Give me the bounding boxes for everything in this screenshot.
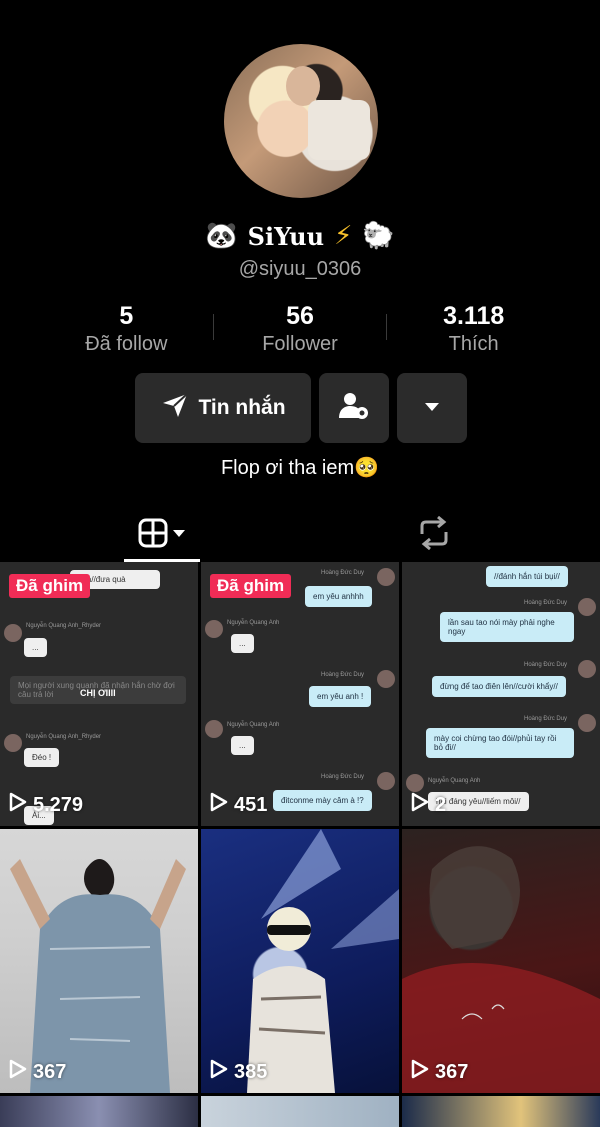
video-thumbnail[interactable] <box>201 1096 399 1127</box>
stat-following-value: 5 <box>119 302 134 330</box>
view-count: 385 <box>210 1059 267 1085</box>
tab-reposts[interactable] <box>404 508 464 562</box>
chat-sender-name: Hoàng Đức Duy <box>524 716 568 722</box>
profile-stats: 5 Đã follow 56 Follower 3.118 Thích <box>40 300 560 360</box>
play-icon <box>411 1059 429 1085</box>
chat-avatar <box>578 660 596 678</box>
video-thumbnail[interactable]: 367 <box>402 829 600 1093</box>
chat-bubble: lần sau tao nói mày phải nghe ngay <box>440 612 574 642</box>
play-icon <box>210 1059 228 1085</box>
view-count-value: 2 <box>435 793 447 816</box>
lightning-emoji: ⚡ <box>334 221 353 251</box>
chat-avatar <box>377 670 395 688</box>
content-tabs <box>0 508 600 562</box>
chat-avatar <box>4 624 22 642</box>
view-count: 367 <box>9 1059 66 1085</box>
profile-username: @siyuu_0306 <box>238 258 362 280</box>
chat-avatar <box>578 598 596 616</box>
chat-bubble: em yêu anhhh <box>305 586 372 607</box>
video-thumbnail[interactable]: Hoàng Đức Duy em yêu anhhh Nguyễn Quang … <box>201 562 399 826</box>
view-count: 5.279 <box>9 792 83 818</box>
play-icon <box>9 792 27 818</box>
stat-following[interactable]: 5 Đã follow <box>40 300 213 360</box>
chat-sender-name: Hoàng Đức Duy <box>321 672 365 678</box>
thumbnail-image <box>10 859 186 1093</box>
video-thumbnail[interactable] <box>402 1096 600 1127</box>
chat-avatar <box>4 734 22 752</box>
tab-videos[interactable] <box>124 508 200 562</box>
thumbnail-image <box>402 846 600 1093</box>
play-icon <box>9 1059 27 1085</box>
chat-sender-name: Nguyễn Quang Anh <box>227 620 280 626</box>
stat-following-label: Đã follow <box>85 333 168 355</box>
pinned-badge: Đã ghim <box>210 574 292 598</box>
chat-sender-name: Hoàng Đức Duy <box>321 774 365 780</box>
message-button[interactable]: Tin nhắn <box>135 373 311 443</box>
stat-followers-value: 56 <box>286 302 314 330</box>
view-count-value: 5.279 <box>33 793 84 816</box>
chat-bubble: mày coi chừng tao đói//phủi tay rồi bỏ đ… <box>426 728 574 758</box>
stat-followers[interactable]: 56 Follower <box>214 300 387 360</box>
video-thumbnail[interactable]: nha//đưa quà Nguyễn Quang Anh_Rhyder ...… <box>0 562 198 826</box>
chat-bubble: đừng để tao điên lên//cười khẩy// <box>432 676 566 697</box>
send-icon <box>160 390 190 426</box>
video-thumbnail[interactable] <box>0 1096 198 1127</box>
repost-icon <box>416 515 452 555</box>
video-caption: CHỊ ƠIIII <box>80 688 116 698</box>
add-friend-button[interactable] <box>319 373 389 443</box>
profile-avatar[interactable] <box>224 44 378 198</box>
view-count-value: 385 <box>234 1060 268 1083</box>
profile-name-row: 🐼 SiYuu ⚡ 🐑 <box>0 218 600 254</box>
chat-sender-name: Hoàng Đức Duy <box>524 662 568 668</box>
chat-bubble: ... <box>231 736 254 755</box>
chat-sender-name: Nguyễn Quang Anh_Rhyder <box>26 734 102 740</box>
view-count: 367 <box>411 1059 468 1085</box>
user-settings-icon <box>338 391 370 426</box>
chat-bubble: ... <box>24 638 47 657</box>
view-count-value: 367 <box>33 1060 67 1083</box>
chat-avatar <box>377 772 395 790</box>
video-thumbnail[interactable]: //đánh hắn túi bụi// Hoàng Đức Duy lần s… <box>402 562 600 826</box>
chat-avatar <box>205 720 223 738</box>
chat-sender-name: Nguyễn Quang Anh <box>428 778 481 784</box>
chat-avatar <box>205 620 223 638</box>
stat-followers-label: Follower <box>262 333 338 355</box>
stat-likes-value: 3.118 <box>443 302 505 330</box>
profile-bio: Flop ơi tha iem🥺 <box>220 457 380 479</box>
stat-likes[interactable]: 3.118 Thích <box>387 300 560 360</box>
chat-sender-name: Nguyễn Quang Anh_Rhyder <box>26 623 102 629</box>
message-button-label: Tin nhắn <box>198 396 286 419</box>
sheep-emoji: 🐑 <box>362 221 395 251</box>
chat-avatar <box>578 714 596 732</box>
avatar-shirt <box>308 100 370 160</box>
chat-bubble: ... <box>231 634 254 653</box>
chat-bubble: đitconme mày câm à !? <box>273 790 372 811</box>
video-grid: nha//đưa quà Nguyễn Quang Anh_Rhyder ...… <box>0 562 600 1127</box>
view-count-value: 451 <box>234 793 268 816</box>
chat-sender-name: Hoàng Đức Duy <box>321 570 365 576</box>
chat-avatar <box>406 774 424 792</box>
caret-down-icon <box>424 399 440 417</box>
play-icon <box>210 792 228 818</box>
video-thumbnail[interactable]: 385 <box>201 829 399 1093</box>
view-count: 451 <box>210 792 267 818</box>
profile-actions: Tin nhắn <box>135 373 467 443</box>
panda-emoji: 🐼 <box>205 221 238 251</box>
chat-bubble: em yêu anh ! <box>309 686 372 707</box>
video-thumbnail[interactable]: 367 <box>0 829 198 1093</box>
stat-likes-label: Thích <box>448 333 499 355</box>
pinned-badge: Đã ghim <box>9 574 91 598</box>
play-icon <box>411 792 429 818</box>
thumbnail-image <box>247 829 399 1093</box>
chat-bubble: Đéo ! <box>24 748 60 767</box>
chat-avatar <box>377 568 395 586</box>
profile-name: SiYuu <box>247 221 325 251</box>
view-count: 2 <box>411 792 446 818</box>
grid-icon <box>137 517 187 554</box>
chat-sender-name: Nguyễn Quang Anh <box>227 722 280 728</box>
chat-bubble: //đánh hắn túi bụi// <box>486 566 568 587</box>
chat-sender-name: Hoàng Đức Duy <box>524 600 568 606</box>
more-options-button[interactable] <box>397 373 467 443</box>
view-count-value: 367 <box>435 1060 469 1083</box>
